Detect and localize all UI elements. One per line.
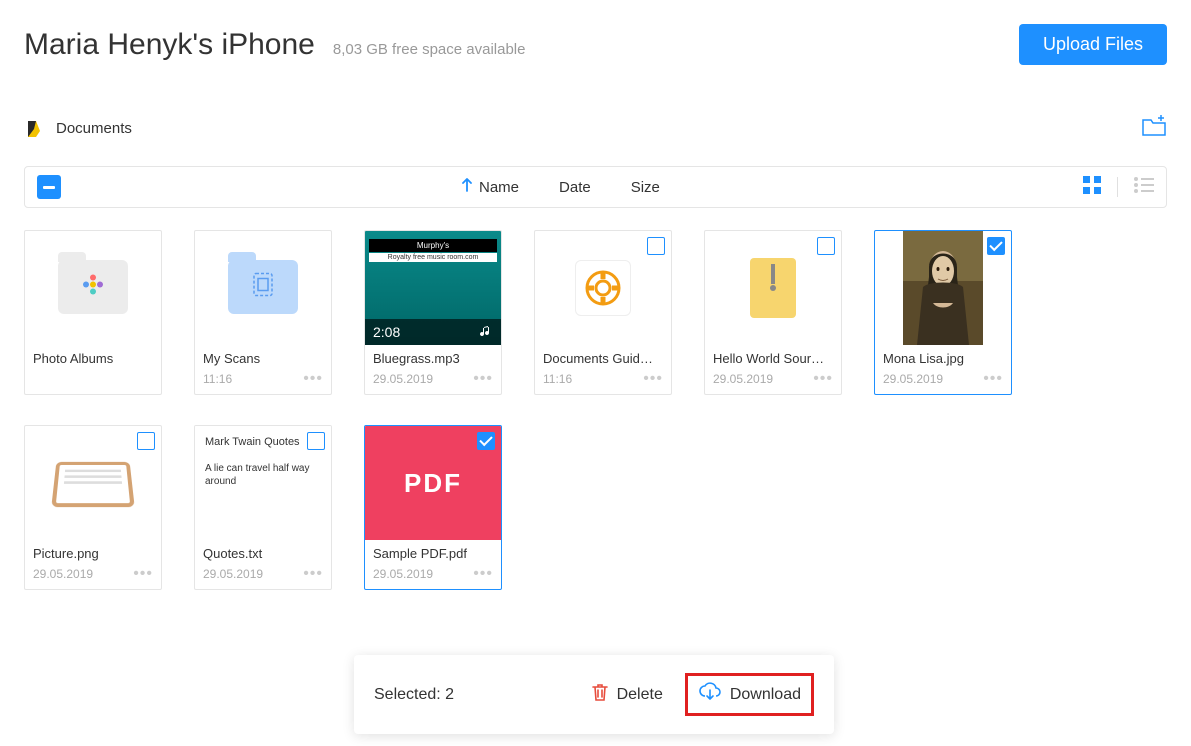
file-card[interactable]: Murphy'sRoyalty free music room.com2:08 …: [364, 230, 502, 395]
file-checkbox[interactable]: [307, 432, 325, 450]
action-bar: Selected: 2 Delete Download: [354, 655, 834, 734]
file-thumbnail: [195, 231, 331, 345]
more-options-icon[interactable]: •••: [473, 569, 493, 579]
music-note-icon: [479, 324, 493, 341]
file-thumbnail: [705, 231, 841, 345]
file-name: Mona Lisa.jpg: [883, 351, 1003, 366]
selected-count-label: Selected: 2: [374, 686, 454, 704]
file-card[interactable]: Mona Lisa.jpg 29.05.2019 •••: [874, 230, 1012, 395]
file-checkbox[interactable]: [477, 432, 495, 450]
more-options-icon[interactable]: •••: [303, 374, 323, 384]
list-view-icon[interactable]: [1134, 177, 1154, 198]
file-thumbnail: [25, 231, 161, 345]
file-grid: Photo Albums My Scans 11:16 ••• Murphy'sR…: [24, 230, 1167, 590]
breadcrumb-label: Documents: [56, 120, 132, 137]
delete-button[interactable]: Delete: [583, 678, 671, 711]
file-card[interactable]: Photo Albums: [24, 230, 162, 395]
select-all-checkbox[interactable]: [37, 175, 61, 199]
file-date: 29.05.2019: [203, 567, 263, 581]
file-name: Quotes.txt: [203, 546, 323, 561]
file-card[interactable]: Picture.png 29.05.2019 •••: [24, 425, 162, 590]
file-thumbnail: [875, 231, 1011, 345]
file-checkbox[interactable]: [647, 237, 665, 255]
file-card[interactable]: My Scans 11:16 •••: [194, 230, 332, 395]
more-options-icon[interactable]: •••: [473, 374, 493, 384]
file-name: Picture.png: [33, 546, 153, 561]
file-name: Documents Guid…: [543, 351, 663, 366]
more-options-icon[interactable]: •••: [303, 569, 323, 579]
file-card[interactable]: Hello World Sour… 29.05.2019 •••: [704, 230, 842, 395]
new-folder-icon[interactable]: [1141, 115, 1167, 142]
file-thumbnail: Mark Twain QuotesA lie can travel half w…: [195, 426, 331, 540]
file-card[interactable]: PDF Sample PDF.pdf 29.05.2019 •••: [364, 425, 502, 590]
file-date: 11:16: [543, 372, 572, 386]
file-name: Bluegrass.mp3: [373, 351, 493, 366]
file-thumbnail: [25, 426, 161, 540]
file-name: Sample PDF.pdf: [373, 546, 493, 561]
device-title: Maria Henyk's iPhone: [24, 28, 315, 62]
file-checkbox[interactable]: [817, 237, 835, 255]
divider: [1117, 177, 1118, 197]
free-space-label: 8,03 GB free space available: [333, 41, 526, 58]
file-card[interactable]: Mark Twain QuotesA lie can travel half w…: [194, 425, 332, 590]
file-checkbox[interactable]: [987, 237, 1005, 255]
file-card[interactable]: Documents Guid… 11:16 •••: [534, 230, 672, 395]
file-date: 11:16: [203, 372, 232, 386]
file-date: 29.05.2019: [373, 372, 433, 386]
sort-by-date[interactable]: Date: [559, 178, 591, 196]
breadcrumb[interactable]: Documents: [24, 119, 132, 139]
sort-by-name[interactable]: Name: [461, 178, 519, 196]
file-name: Hello World Sour…: [713, 351, 833, 366]
sort-by-size[interactable]: Size: [631, 178, 660, 196]
cloud-download-icon: [698, 682, 722, 707]
file-date: 29.05.2019: [373, 567, 433, 581]
more-options-icon[interactable]: •••: [643, 374, 663, 384]
header: Maria Henyk's iPhone 8,03 GB free space …: [24, 24, 1167, 65]
more-options-icon[interactable]: •••: [983, 374, 1003, 384]
file-name: Photo Albums: [33, 351, 153, 366]
file-checkbox[interactable]: [137, 432, 155, 450]
trash-icon: [591, 682, 609, 707]
file-date: 29.05.2019: [883, 372, 943, 386]
upload-files-button[interactable]: Upload Files: [1019, 24, 1167, 65]
file-date: 29.05.2019: [33, 567, 93, 581]
documents-app-icon: [24, 119, 44, 139]
file-thumbnail: Murphy'sRoyalty free music room.com2:08: [365, 231, 501, 345]
sort-ascending-icon: [461, 178, 473, 196]
download-button[interactable]: Download: [685, 673, 814, 716]
more-options-icon[interactable]: •••: [813, 374, 833, 384]
file-thumbnail: [535, 231, 671, 345]
file-thumbnail: PDF: [365, 426, 501, 540]
file-name: My Scans: [203, 351, 323, 366]
file-date: 29.05.2019: [713, 372, 773, 386]
more-options-icon[interactable]: •••: [133, 569, 153, 579]
toolbar: Name Date Size: [24, 166, 1167, 208]
grid-view-icon[interactable]: [1083, 176, 1101, 199]
